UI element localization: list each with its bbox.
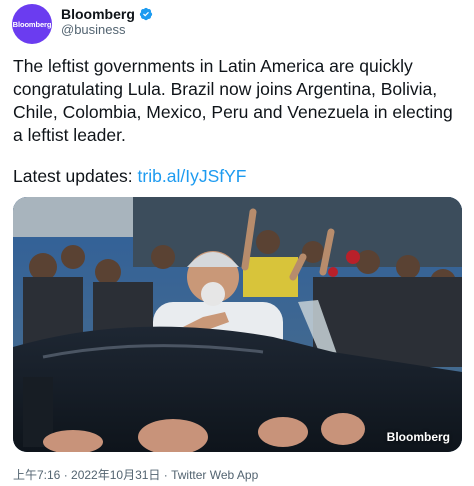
tweet-source[interactable]: Twitter Web App [171,468,258,482]
article-link[interactable]: trib.al/IyJSfYF [138,166,247,186]
avatar-text: Bloomberg [12,19,52,29]
tweet-card: Bloomberg Bloomberg @business The leftis… [0,0,474,486]
crowd-photo-icon [13,197,462,452]
author-name-row: Bloomberg [61,5,153,23]
photo-watermark: Bloomberg [386,430,450,444]
tweet-photo[interactable]: Bloomberg [13,197,462,452]
display-name[interactable]: Bloomberg [61,6,135,22]
tweet-text: The leftist governments in Latin America… [13,56,453,145]
tweet-timestamp[interactable]: 上午7:16 · 2022年10月31日 [13,468,160,482]
author-handle[interactable]: @business [61,22,126,37]
avatar[interactable]: Bloomberg [12,4,52,44]
latest-updates-line: Latest updates: trib.al/IyJSfYF [13,165,463,188]
meta-separator: · [160,468,172,482]
tweet-meta: 上午7:16 · 2022年10月31日 · Twitter Web App [13,466,258,483]
latest-updates-label: Latest updates: [13,166,138,186]
verified-badge-icon [139,7,153,21]
